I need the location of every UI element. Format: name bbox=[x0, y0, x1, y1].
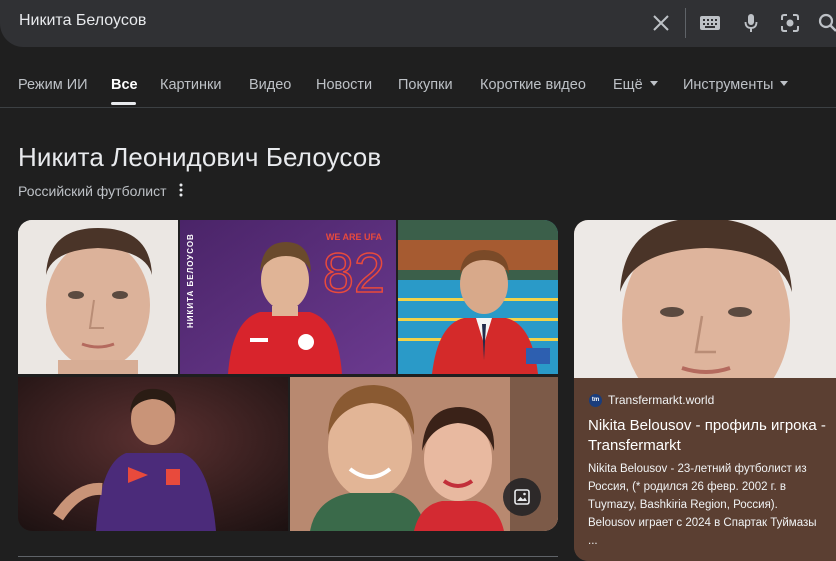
card-photo bbox=[574, 220, 836, 418]
more-vert-icon[interactable] bbox=[176, 182, 186, 198]
search-icon[interactable] bbox=[817, 12, 836, 34]
chevron-down-icon bbox=[780, 80, 789, 86]
tab-shopping[interactable]: Покупки bbox=[398, 77, 453, 93]
poster-number: 82 bbox=[323, 241, 385, 304]
tab-news[interactable]: Новости bbox=[316, 77, 372, 93]
keyboard-icon[interactable] bbox=[699, 12, 721, 34]
tab-all[interactable]: Все bbox=[111, 77, 138, 93]
entity-subtitle: Российский футболист bbox=[18, 183, 167, 199]
tab-short-videos[interactable]: Короткие видео bbox=[480, 77, 586, 93]
poster-side-text: НИКИТА БЕЛОУСОВ bbox=[186, 233, 195, 328]
card-body: tm Transfermarkt.world Nikita Belousov -… bbox=[574, 378, 836, 561]
search-bar[interactable]: Никита Белоусов bbox=[0, 0, 836, 47]
photo-portrait[interactable] bbox=[18, 220, 178, 374]
tab-tools-label: Инструменты bbox=[683, 77, 774, 93]
entity-title: Никита Леонидович Белоусов bbox=[18, 142, 382, 172]
active-tab-indicator bbox=[111, 102, 136, 105]
tab-images[interactable]: Картинки bbox=[160, 77, 221, 93]
search-divider bbox=[685, 8, 686, 38]
tab-ai-mode[interactable]: Режим ИИ bbox=[18, 77, 88, 93]
card-source[interactable]: tm Transfermarkt.world bbox=[589, 393, 714, 407]
chevron-down-icon bbox=[649, 80, 658, 86]
image-search-icon[interactable] bbox=[503, 478, 541, 516]
tab-more-label: Ещё bbox=[613, 77, 643, 93]
card-title[interactable]: Nikita Belousov - профиль игрока - Trans… bbox=[588, 416, 828, 456]
tab-more[interactable]: Ещё bbox=[613, 77, 658, 93]
search-input[interactable]: Никита Белоусов bbox=[19, 12, 146, 30]
search-tabs: Режим ИИ Все Картинки Видео Новости Поку… bbox=[0, 74, 836, 108]
poster-brand: WE ARE UFA bbox=[326, 232, 383, 242]
photo-match[interactable] bbox=[18, 377, 288, 531]
tab-tools[interactable]: Инструменты bbox=[683, 77, 789, 93]
photo-pool[interactable] bbox=[398, 220, 558, 374]
close-icon[interactable] bbox=[650, 12, 672, 34]
card-source-label: Transfermarkt.world bbox=[608, 393, 715, 407]
transfermarkt-logo-icon: tm bbox=[589, 393, 602, 407]
microphone-icon[interactable] bbox=[740, 12, 762, 34]
image-grid: 82 WE ARE UFA НИКИТА БЕЛОУСОВ bbox=[18, 220, 558, 531]
lens-icon[interactable] bbox=[779, 12, 801, 34]
card-description: Nikita Belousov - 23-летний футболист из… bbox=[588, 463, 817, 547]
source-card[interactable]: tm Transfermarkt.world Nikita Belousov -… bbox=[574, 220, 836, 561]
section-divider bbox=[18, 556, 558, 557]
photo-poster[interactable]: 82 WE ARE UFA НИКИТА БЕЛОУСОВ bbox=[180, 220, 396, 374]
tab-videos[interactable]: Видео bbox=[249, 77, 291, 93]
tabs-divider bbox=[0, 107, 836, 108]
